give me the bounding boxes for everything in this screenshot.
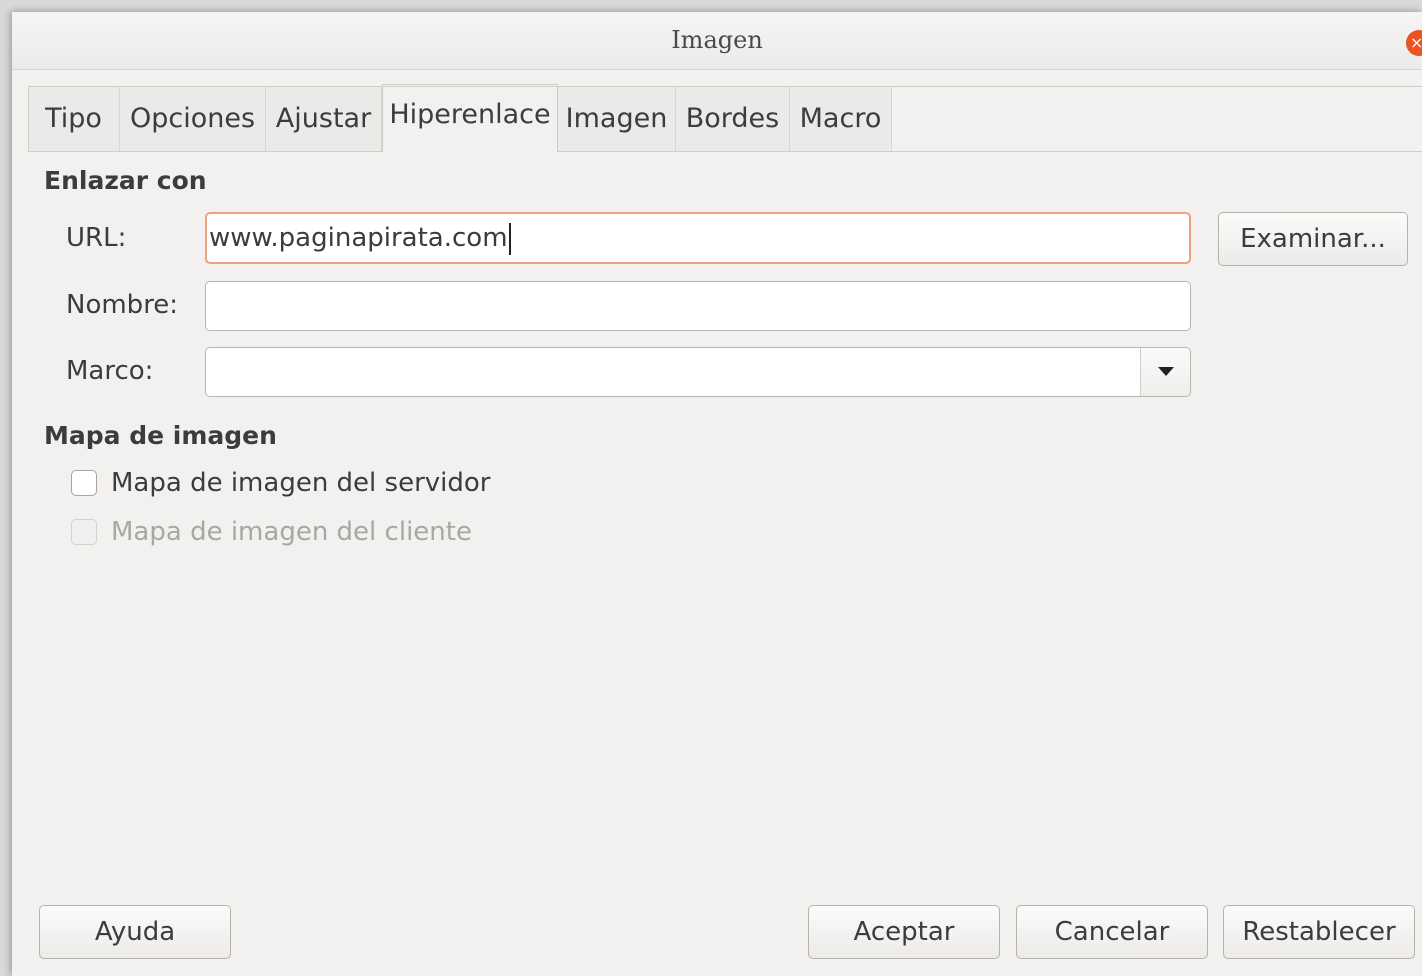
link-section-heading: Enlazar con	[44, 166, 207, 195]
client-map-row: Mapa de imagen del cliente	[71, 515, 472, 549]
tab-bar: Tipo Opciones Ajustar Hiperenlace Imagen…	[28, 84, 1422, 152]
chevron-down-icon	[1158, 367, 1174, 376]
server-map-row[interactable]: Mapa de imagen del servidor	[71, 466, 491, 500]
url-input-value: www.paginapirata.com	[209, 223, 508, 253]
frame-dropdown-button[interactable]	[1140, 348, 1190, 396]
frame-select[interactable]	[205, 347, 1191, 397]
title-bar: Imagen ×	[12, 12, 1422, 70]
frame-label: Marco:	[66, 356, 154, 386]
url-input[interactable]: www.paginapirata.com	[205, 212, 1191, 264]
ok-button[interactable]: Aceptar	[808, 905, 1000, 959]
client-map-label: Mapa de imagen del cliente	[111, 517, 472, 547]
reset-button[interactable]: Restablecer	[1223, 905, 1415, 959]
tab-imagen[interactable]: Imagen	[558, 87, 676, 151]
tab-bordes[interactable]: Bordes	[676, 87, 790, 151]
image-dialog: Imagen × Tipo Opciones Ajustar Hiperenla…	[12, 12, 1422, 976]
url-label: URL:	[66, 223, 127, 253]
tab-tipo[interactable]: Tipo	[28, 87, 120, 151]
help-button[interactable]: Ayuda	[39, 905, 231, 959]
name-label: Nombre:	[66, 290, 179, 320]
client-map-checkbox	[71, 519, 97, 545]
window-title: Imagen	[671, 26, 763, 54]
text-caret	[508, 222, 511, 255]
server-map-label: Mapa de imagen del servidor	[111, 468, 491, 498]
tab-ajustar[interactable]: Ajustar	[266, 87, 382, 151]
tab-hiperenlace[interactable]: Hiperenlace	[382, 84, 558, 152]
tab-macro[interactable]: Macro	[790, 87, 892, 151]
browse-button[interactable]: Examinar...	[1218, 212, 1408, 266]
name-input[interactable]	[205, 281, 1191, 331]
cancel-button[interactable]: Cancelar	[1016, 905, 1208, 959]
image-map-section-heading: Mapa de imagen	[44, 421, 277, 450]
server-map-checkbox[interactable]	[71, 470, 97, 496]
tab-opciones[interactable]: Opciones	[120, 87, 266, 151]
